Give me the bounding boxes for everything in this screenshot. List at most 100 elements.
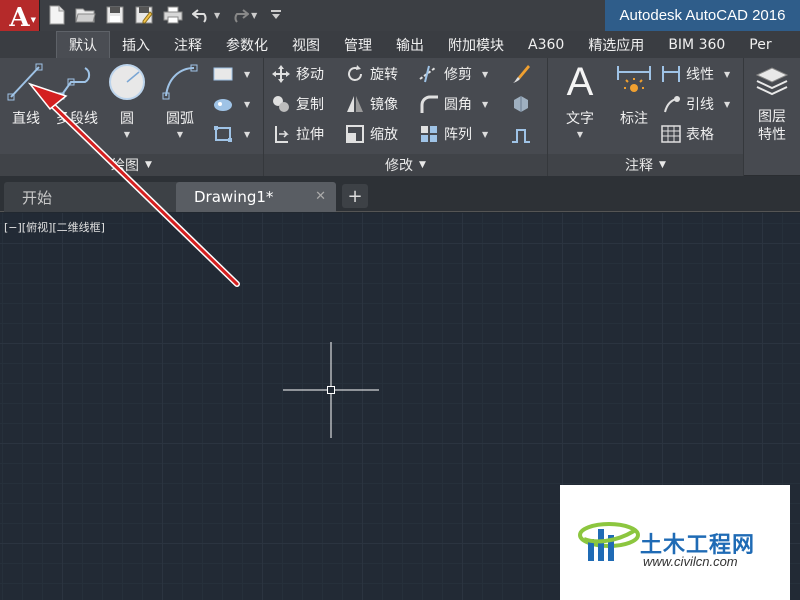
boundary-button[interactable]: ▼ xyxy=(212,122,250,146)
draw-panel-title[interactable]: 绘图 ▼ xyxy=(0,154,263,176)
hatch-button[interactable]: ▼ xyxy=(212,92,250,116)
chevron-down-icon[interactable]: ▼ xyxy=(251,11,257,20)
ribbon-tab-bar: 默认 插入 注释 参数化 视图 管理 输出 附加模块 A360 精选应用 BIM… xyxy=(0,31,800,58)
offset-icon xyxy=(510,123,532,145)
save-as-icon[interactable] xyxy=(133,5,154,26)
customize-icon[interactable] xyxy=(265,5,286,26)
tab-bim360[interactable]: BIM 360 xyxy=(656,31,737,58)
layer-properties-line1: 图层 xyxy=(758,109,786,125)
layers-icon xyxy=(752,62,792,102)
crosshair-cursor xyxy=(283,342,379,438)
explode-button[interactable] xyxy=(510,92,532,116)
layer-properties-button[interactable]: 图层 特性 xyxy=(752,62,792,144)
watermark: 土木工程网 www.civilcn.com xyxy=(560,485,790,600)
line-icon xyxy=(6,62,46,102)
dimension-button[interactable]: 标注 xyxy=(614,62,654,128)
new-tab-button[interactable]: + xyxy=(342,184,368,208)
undo-icon[interactable] xyxy=(191,5,212,26)
modify-panel: 移动 旋转 修剪 ▼ 复制 镜像 圆角 ▼ 拉伸 缩放 阵列 ▼ 修改 ▼ xyxy=(264,58,548,176)
tab-featured-apps[interactable]: 精选应用 xyxy=(576,31,656,58)
ribbon: 直线 多段线 圆 ▼ 圆弧 ▼ ▼ ▼ ▼ 绘图 ▼ 移动 旋转 修剪 ▼ 复制… xyxy=(0,58,800,176)
linear-button[interactable]: 线性 ▼ xyxy=(660,62,730,86)
boundary-icon xyxy=(212,123,234,145)
window-title: Autodesk AutoCAD 2016 xyxy=(605,0,800,31)
tab-start[interactable]: 开始 xyxy=(4,182,180,212)
mirror-label: 镜像 xyxy=(370,97,398,113)
stretch-button[interactable]: 拉伸 xyxy=(270,122,324,146)
tab-view[interactable]: 视图 xyxy=(280,31,332,58)
tab-output[interactable]: 输出 xyxy=(384,31,436,58)
rotate-button[interactable]: 旋转 xyxy=(344,62,398,86)
text-button[interactable]: A 文字 ▼ xyxy=(560,62,600,139)
tab-manage[interactable]: 管理 xyxy=(332,31,384,58)
watermark-logo-icon xyxy=(578,522,640,561)
annotation-panel: A 文字 ▼ 标注 线性 ▼ 引线 ▼ 表格 注释 ▼ xyxy=(548,58,744,176)
table-label: 表格 xyxy=(686,127,714,143)
tab-drawing1-label: Drawing1* xyxy=(194,188,274,206)
tab-addins[interactable]: 附加模块 xyxy=(436,31,516,58)
offset-button[interactable] xyxy=(510,122,532,146)
chevron-down-icon: ▼ xyxy=(576,130,584,139)
tab-parametric[interactable]: 参数化 xyxy=(214,31,280,58)
rectangle-icon xyxy=(212,63,234,85)
dimension-label: 标注 xyxy=(620,111,648,127)
polyline-icon xyxy=(57,62,97,102)
chevron-down-icon: ▼ xyxy=(482,69,489,79)
table-button[interactable]: 表格 xyxy=(660,122,714,146)
rotate-icon xyxy=(344,63,366,85)
redo-icon[interactable] xyxy=(228,5,249,26)
scale-button[interactable]: 缩放 xyxy=(344,122,398,146)
tab-home[interactable]: 默认 xyxy=(56,31,110,58)
mirror-button[interactable]: 镜像 xyxy=(344,92,398,116)
fillet-button[interactable]: 圆角 ▼ xyxy=(418,92,488,116)
trim-label: 修剪 xyxy=(444,67,472,83)
line-button[interactable]: 直线 xyxy=(6,62,46,128)
save-icon[interactable] xyxy=(104,5,125,26)
trim-button[interactable]: 修剪 ▼ xyxy=(418,62,488,86)
chevron-down-icon: ▼ xyxy=(30,16,36,24)
new-icon[interactable] xyxy=(46,5,67,26)
arc-button[interactable]: 圆弧 ▼ xyxy=(160,62,200,139)
copy-label: 复制 xyxy=(296,97,324,113)
file-tab-bar: 开始 Drawing1* ✕ + xyxy=(0,176,800,212)
viewport-controls[interactable]: [−][俯视][二维线框] xyxy=(4,219,105,235)
draw-panel: 直线 多段线 圆 ▼ 圆弧 ▼ ▼ ▼ ▼ 绘图 ▼ xyxy=(0,58,264,176)
watermark-url: www.civilcn.com xyxy=(643,554,738,569)
arc-label: 圆弧 xyxy=(166,111,194,127)
line-label: 直线 xyxy=(12,111,40,127)
modify-panel-title[interactable]: 修改 ▼ xyxy=(264,154,547,176)
chevron-down-icon: ▼ xyxy=(419,160,426,170)
rotate-label: 旋转 xyxy=(370,67,398,83)
chevron-down-icon: ▼ xyxy=(659,160,666,170)
rectangle-button[interactable]: ▼ xyxy=(212,62,250,86)
tab-insert[interactable]: 插入 xyxy=(110,31,162,58)
close-icon[interactable]: ✕ xyxy=(315,189,326,204)
stretch-icon xyxy=(270,123,292,145)
trim-icon xyxy=(418,63,440,85)
arc-icon xyxy=(160,62,200,102)
layers-panel: 图层 特性 xyxy=(744,58,800,176)
tab-drawing1[interactable]: Drawing1* ✕ xyxy=(176,182,336,212)
array-label: 阵列 xyxy=(444,127,472,143)
tab-a360[interactable]: A360 xyxy=(516,31,576,58)
annotation-panel-title[interactable]: 注释 ▼ xyxy=(548,154,743,176)
print-icon[interactable] xyxy=(162,5,183,26)
tab-annotate[interactable]: 注释 xyxy=(162,31,214,58)
circle-button[interactable]: 圆 ▼ xyxy=(107,62,147,139)
array-button[interactable]: 阵列 ▼ xyxy=(418,122,488,146)
polyline-button[interactable]: 多段线 xyxy=(56,62,98,128)
erase-button[interactable] xyxy=(510,62,532,86)
chevron-down-icon: ▼ xyxy=(123,130,131,139)
open-icon[interactable] xyxy=(75,5,96,26)
tab-performance[interactable]: Per xyxy=(737,31,783,58)
chevron-down-icon[interactable]: ▼ xyxy=(214,11,220,20)
fillet-label: 圆角 xyxy=(444,97,472,113)
scale-icon xyxy=(344,123,366,145)
leader-button[interactable]: 引线 ▼ xyxy=(660,92,730,116)
text-icon: A xyxy=(566,60,594,104)
move-button[interactable]: 移动 xyxy=(270,62,324,86)
chevron-down-icon: ▼ xyxy=(145,160,152,170)
circle-label: 圆 xyxy=(120,111,134,127)
linear-dimension-icon xyxy=(660,63,682,85)
copy-button[interactable]: 复制 xyxy=(270,92,324,116)
